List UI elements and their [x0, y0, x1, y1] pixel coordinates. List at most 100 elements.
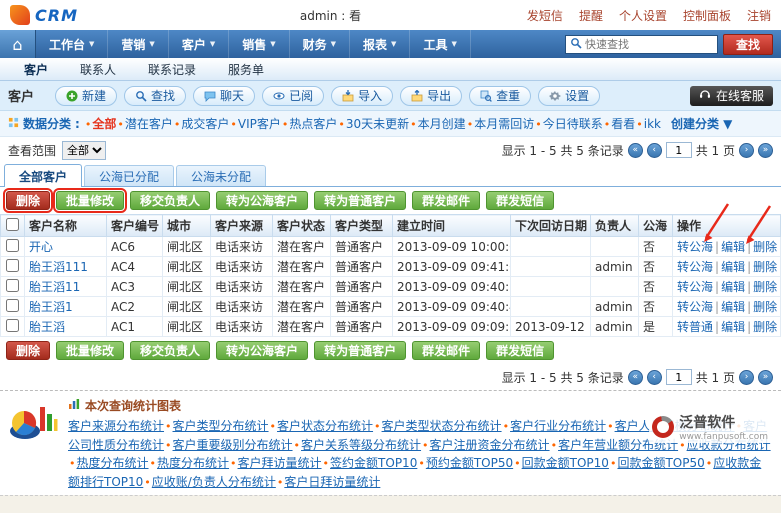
stat-link-9[interactable]: 客户注册资金分布统计	[430, 438, 550, 452]
stat-link-7[interactable]: 客户重要级别分布统计	[173, 438, 293, 452]
customer-name-link[interactable]: 胎王滔111	[29, 260, 88, 274]
nav-item-3[interactable]: 销售▼	[229, 30, 289, 58]
action-to-public-sea[interactable]: 转为公海客户	[216, 191, 308, 210]
row-checkbox[interactable]	[6, 259, 19, 272]
nav-item-6[interactable]: 工具▼	[410, 30, 470, 58]
row-checkbox[interactable]	[6, 279, 19, 292]
stat-link-1[interactable]: 客户类型分布统计	[173, 419, 269, 433]
subnav-item-2[interactable]: 联系记录	[132, 58, 212, 80]
action-delete[interactable]: 删除	[6, 341, 50, 360]
filter-link-2[interactable]: 成交客户	[181, 117, 229, 131]
top-link-1[interactable]: 提醒	[579, 7, 603, 24]
first-page-button[interactable]: «	[628, 370, 643, 385]
subnav-item-1[interactable]: 联系人	[64, 58, 132, 80]
nav-item-1[interactable]: 营销▼	[108, 30, 168, 58]
filter-link-5[interactable]: 30天未更新	[346, 117, 409, 131]
nav-item-0[interactable]: 工作台▼	[36, 30, 108, 58]
stat-link-16[interactable]: 预约金额TOP50	[426, 456, 513, 470]
filter-link-3[interactable]: VIP客户	[238, 117, 281, 131]
action-mass-sms[interactable]: 群发短信	[486, 191, 554, 210]
stat-link-18[interactable]: 回款金额TOP50	[617, 456, 704, 470]
action-to-public-sea[interactable]: 转为公海客户	[216, 341, 308, 360]
home-button[interactable]: ⌂	[0, 30, 36, 58]
action-mass-email[interactable]: 群发邮件	[412, 191, 480, 210]
filter-link-10[interactable]: ikk	[644, 117, 661, 131]
page-number-input[interactable]	[666, 369, 692, 385]
scope-select[interactable]: 全部	[62, 141, 106, 160]
customer-name-link[interactable]: 开心	[29, 240, 53, 254]
action-mass-sms[interactable]: 群发短信	[486, 341, 554, 360]
nav-item-4[interactable]: 财务▼	[290, 30, 350, 58]
customer-name-link[interactable]: 胎王滔	[29, 320, 65, 334]
next-page-button[interactable]: ›	[739, 370, 754, 385]
stat-link-4[interactable]: 客户行业分布统计	[510, 419, 606, 433]
row-checkbox[interactable]	[6, 319, 19, 332]
action-batch-edit[interactable]: 批量修改	[56, 341, 124, 360]
op-link-0[interactable]: 转公海	[677, 260, 713, 274]
top-link-0[interactable]: 发短信	[527, 7, 563, 24]
stat-link-21[interactable]: 客户日拜访量统计	[284, 475, 380, 489]
toolbar-button-6[interactable]: 查重	[469, 86, 531, 106]
tab-0[interactable]: 全部客户	[4, 164, 82, 187]
op-link-0[interactable]: 转公海	[677, 280, 713, 294]
op-link-1[interactable]: 编辑	[721, 280, 745, 294]
toolbar-button-7[interactable]: 设置	[538, 86, 600, 106]
search-input[interactable]	[585, 38, 713, 51]
filter-link-7[interactable]: 本月需回访	[474, 117, 534, 131]
action-transfer-owner[interactable]: 移交负责人	[130, 191, 210, 210]
top-link-3[interactable]: 控制面板	[683, 7, 731, 24]
stat-link-12[interactable]: 热度分布统计	[77, 456, 149, 470]
filter-link-0[interactable]: 全部	[92, 117, 116, 131]
search-button[interactable]: 查找	[723, 34, 773, 55]
toolbar-button-4[interactable]: 导入	[331, 86, 393, 106]
filter-link-8[interactable]: 今日待联系	[543, 117, 603, 131]
op-link-2[interactable]: 删除	[753, 300, 777, 314]
op-link-1[interactable]: 编辑	[721, 320, 745, 334]
page-number-input[interactable]	[666, 142, 692, 158]
customer-name-link[interactable]: 胎王滔11	[29, 280, 80, 294]
stat-link-20[interactable]: 应收账/负责人分布统计	[152, 475, 276, 489]
prev-page-button[interactable]: ‹	[647, 370, 662, 385]
toolbar-button-1[interactable]: 查找	[124, 86, 186, 106]
first-page-button[interactable]: «	[628, 143, 643, 158]
action-to-normal[interactable]: 转为普通客户	[314, 191, 406, 210]
action-to-normal[interactable]: 转为普通客户	[314, 341, 406, 360]
action-mass-email[interactable]: 群发邮件	[412, 341, 480, 360]
filter-link-6[interactable]: 本月创建	[418, 117, 466, 131]
top-link-2[interactable]: 个人设置	[619, 7, 667, 24]
toolbar-button-3[interactable]: 已阅	[262, 86, 324, 106]
stat-link-13[interactable]: 热度分布统计	[157, 456, 229, 470]
toolbar-button-0[interactable]: 新建	[55, 86, 117, 106]
filter-link-4[interactable]: 热点客户	[289, 117, 337, 131]
next-page-button[interactable]: ›	[739, 143, 754, 158]
action-transfer-owner[interactable]: 移交负责人	[130, 341, 210, 360]
prev-page-button[interactable]: ‹	[647, 143, 662, 158]
stat-link-2[interactable]: 客户状态分布统计	[277, 419, 373, 433]
op-link-0[interactable]: 转普通	[677, 320, 713, 334]
nav-item-2[interactable]: 客户▼	[169, 30, 229, 58]
toolbar-button-2[interactable]: 聊天	[193, 86, 255, 106]
op-link-2[interactable]: 删除	[753, 280, 777, 294]
stat-link-0[interactable]: 客户来源分布统计	[68, 419, 164, 433]
create-category-link[interactable]: 创建分类 ▼	[671, 115, 732, 132]
tab-2[interactable]: 公海未分配	[176, 165, 266, 186]
tab-1[interactable]: 公海已分配	[84, 165, 174, 186]
filter-link-9[interactable]: 看看	[611, 117, 635, 131]
op-link-0[interactable]: 转公海	[677, 300, 713, 314]
stat-link-15[interactable]: 签约金额TOP10	[330, 456, 417, 470]
select-all-checkbox[interactable]	[6, 218, 19, 231]
nav-item-5[interactable]: 报表▼	[350, 30, 410, 58]
op-link-1[interactable]: 编辑	[721, 240, 745, 254]
action-delete[interactable]: 删除	[6, 191, 50, 210]
last-page-button[interactable]: »	[758, 370, 773, 385]
subnav-item-0[interactable]: 客户	[8, 58, 64, 80]
op-link-2[interactable]: 删除	[753, 260, 777, 274]
stat-link-17[interactable]: 回款金额TOP10	[522, 456, 609, 470]
customer-name-link[interactable]: 胎王滔1	[29, 300, 73, 314]
subnav-item-3[interactable]: 服务单	[212, 58, 280, 80]
op-link-2[interactable]: 删除	[753, 240, 777, 254]
op-link-0[interactable]: 转公海	[677, 240, 713, 254]
stat-link-8[interactable]: 客户关系等级分布统计	[301, 438, 421, 452]
online-service-button[interactable]: 在线客服	[690, 86, 773, 106]
row-checkbox[interactable]	[6, 299, 19, 312]
